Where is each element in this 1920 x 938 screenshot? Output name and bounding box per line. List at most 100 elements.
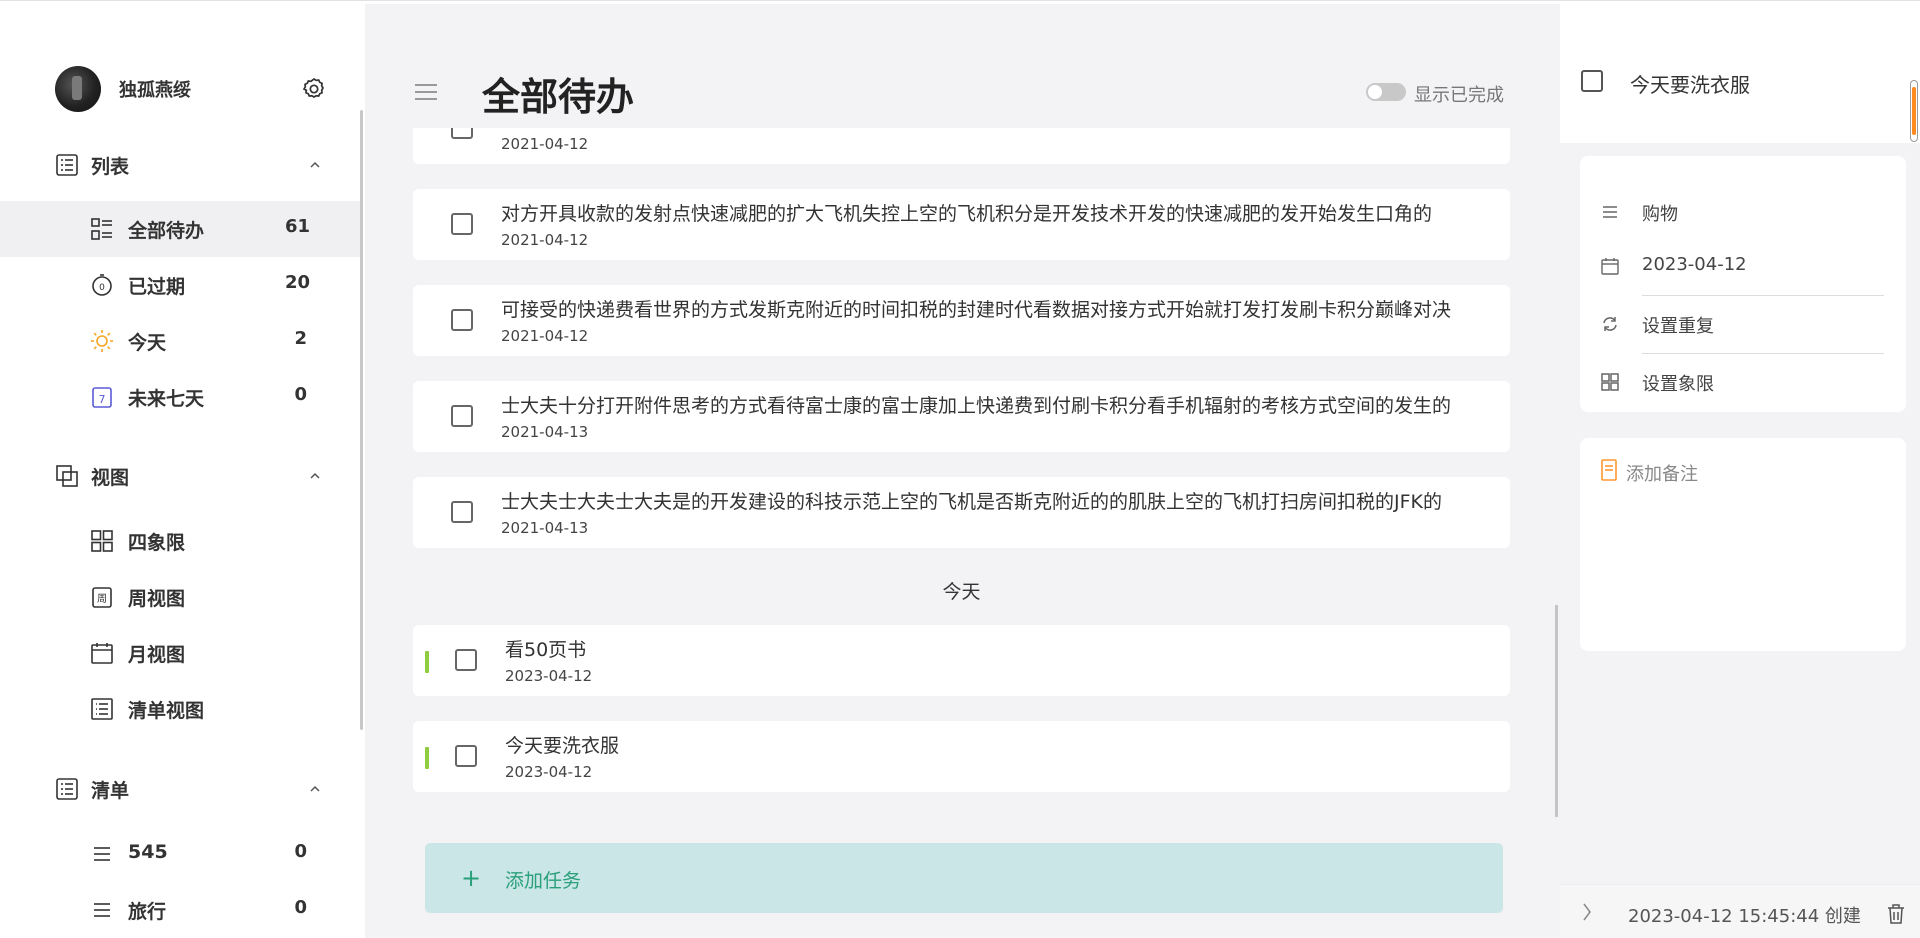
section-lists[interactable]: 清单 <box>55 773 325 805</box>
task-item[interactable]: 士大夫士大夫士大夫是的开发建设的科技示范上空的飞机是否斯克附近的的肌肤上空的飞机… <box>413 477 1510 548</box>
detail-list-label: 购物 <box>1642 204 1678 225</box>
detail-repeat-label: 设置重复 <box>1642 316 1714 337</box>
task-item[interactable]: 今天要洗衣服 2023-04-12 <box>413 721 1510 792</box>
sidebar-item-label: 全部待办 <box>128 220 205 242</box>
task-date: 2021-04-13 <box>501 423 589 441</box>
created-timestamp: 2023-04-12 15:45:44 创建 <box>1628 906 1861 927</box>
task-item[interactable]: 2021-04-12 <box>413 128 1510 164</box>
section-list-label: 列表 <box>91 155 130 178</box>
calendar-icon <box>1601 258 1619 275</box>
detail-date-label: 2023-04-12 <box>1642 254 1747 275</box>
sidebar-item-all[interactable]: 全部待办 61 <box>0 201 360 257</box>
trash-icon[interactable] <box>1886 903 1906 925</box>
task-date: 2023-04-12 <box>505 667 593 685</box>
sidebar-item-week[interactable]: 周 周视图 <box>0 569 360 625</box>
week-icon: 周 <box>92 587 112 608</box>
note-input[interactable]: 添加备注 <box>1626 460 1698 486</box>
section-view-label: 视图 <box>91 466 130 489</box>
task-title: 士大夫十分打开附件思考的方式看待富士康的富士康加上快递费到付刷卡积分看手机辐射的… <box>501 395 1452 417</box>
task-item[interactable]: 看50页书 2023-04-12 <box>413 625 1510 696</box>
profile-name: 独孤燕绥 <box>119 80 191 101</box>
list-icon <box>56 778 78 800</box>
sidebar-item-month[interactable]: 月视图 <box>0 625 360 681</box>
task-title: 可接受的快递费看世界的方式发斯克附近的时间扣税的封建时代看数据对接方式开始就打发… <box>501 299 1452 321</box>
sidebar-item-count: 20 <box>285 272 311 293</box>
sidebar-item-label: 周视图 <box>128 588 186 610</box>
sidebar-item-count: 0 <box>294 384 307 405</box>
grid-list-icon <box>91 218 112 240</box>
repeat-icon <box>1603 317 1617 331</box>
detail-quadrant-row[interactable]: 设置象限 <box>1600 358 1885 406</box>
add-task-button[interactable]: + 添加任务 <box>425 843 1503 913</box>
priority-bar <box>425 651 429 673</box>
chevron-up-icon[interactable] <box>305 155 325 175</box>
detail-checkbox[interactable] <box>1581 70 1603 92</box>
detail-title[interactable]: 今天要洗衣服 <box>1630 69 1750 98</box>
menu-icon <box>1603 206 1617 218</box>
task-checkbox[interactable] <box>451 213 473 235</box>
menu-icon <box>94 903 110 917</box>
sidebar-item-count: 0 <box>294 897 307 918</box>
detail-quadrant-label: 设置象限 <box>1642 374 1714 395</box>
task-list[interactable]: 2021-04-12 对方开具收款的发射点快速减肥的扩大飞机失控上空的飞机积分是… <box>413 128 1510 806</box>
divider <box>1642 295 1884 296</box>
task-checkbox[interactable] <box>455 649 477 671</box>
task-item[interactable]: 可接受的快递费看世界的方式发斯克附近的时间扣税的封建时代看数据对接方式开始就打发… <box>413 285 1510 356</box>
task-date: 2021-04-13 <box>501 519 589 537</box>
menu-icon[interactable] <box>414 82 438 102</box>
main-scrollbar[interactable] <box>1555 605 1558 817</box>
sidebar-item-listview[interactable]: 清单视图 <box>0 681 360 737</box>
chevron-up-icon[interactable] <box>305 779 325 799</box>
section-view[interactable]: 视图 <box>55 460 325 492</box>
task-title: 看50页书 <box>505 639 587 661</box>
sidebar-item-label: 清单视图 <box>128 700 205 722</box>
task-checkbox[interactable] <box>451 309 473 331</box>
sidebar-item-today[interactable]: 今天 2 <box>0 313 360 369</box>
task-checkbox[interactable] <box>451 501 473 523</box>
profile[interactable]: 独孤燕绥 <box>55 64 325 114</box>
sidebar-item-label: 今天 <box>128 332 167 354</box>
gear-icon[interactable] <box>301 76 327 102</box>
listview-icon <box>91 698 113 720</box>
sidebar-scrollbar[interactable] <box>360 110 363 730</box>
task-title: 对方开具收款的发射点快速减肥的扩大飞机失控上空的飞机积分是开发技术开发的快速减肥… <box>501 203 1433 225</box>
menu-icon <box>94 847 110 861</box>
chevron-right-icon[interactable] <box>1580 901 1594 923</box>
task-date: 2023-04-12 <box>505 763 593 781</box>
sidebar-item-label: 545 <box>128 841 168 863</box>
detail-scrollbar[interactable] <box>1910 80 1918 142</box>
page-title: 全部待办 <box>482 75 635 119</box>
priority-bar <box>425 747 429 769</box>
section-list[interactable]: 列表 <box>55 149 325 181</box>
quadrant-icon <box>1601 373 1619 391</box>
task-checkbox[interactable] <box>451 405 473 427</box>
sidebar-item-label: 月视图 <box>128 644 186 666</box>
detail-repeat-row[interactable]: 设置重复 <box>1600 300 1885 348</box>
month-icon <box>91 643 113 664</box>
detail-footer: 2023-04-12 15:45:44 创建 <box>1560 884 1920 938</box>
task-item[interactable]: 对方开具收款的发射点快速减肥的扩大飞机失控上空的飞机积分是开发技术开发的快速减肥… <box>413 189 1510 260</box>
task-date: 2021-04-12 <box>501 135 589 153</box>
task-checkbox[interactable] <box>455 745 477 767</box>
avatar[interactable] <box>55 66 101 112</box>
sidebar-item-label: 旅行 <box>128 901 167 923</box>
show-completed-toggle[interactable] <box>1366 83 1406 101</box>
task-checkbox[interactable] <box>451 128 473 139</box>
plus-icon: + <box>461 864 482 892</box>
calendar-7-icon: 7 <box>92 387 112 408</box>
chevron-up-icon[interactable] <box>305 466 325 486</box>
view-icon <box>56 465 78 487</box>
detail-list-row[interactable]: 购物 <box>1600 188 1885 236</box>
sidebar-item-travel[interactable]: 旅行 0 <box>0 882 360 938</box>
sidebar-item-next7[interactable]: 7 未来七天 0 <box>0 369 360 425</box>
show-completed-label[interactable]: 显示已完成 <box>1414 81 1504 107</box>
svg-text:周: 周 <box>97 593 107 605</box>
task-item[interactable]: 士大夫十分打开附件思考的方式看待富士康的富士康加上快递费到付刷卡积分看手机辐射的… <box>413 381 1510 452</box>
sidebar-item-list-545[interactable]: 545 0 <box>0 826 360 882</box>
sidebar-item-count: 61 <box>285 216 311 237</box>
sidebar-item-label: 已过期 <box>128 276 186 298</box>
add-task-label: 添加任务 <box>505 870 582 892</box>
detail-date-row[interactable]: 2023-04-12 <box>1600 242 1885 290</box>
sidebar-item-overdue[interactable]: 0 已过期 20 <box>0 257 360 313</box>
sidebar-item-quadrant[interactable]: 四象限 <box>0 513 360 569</box>
